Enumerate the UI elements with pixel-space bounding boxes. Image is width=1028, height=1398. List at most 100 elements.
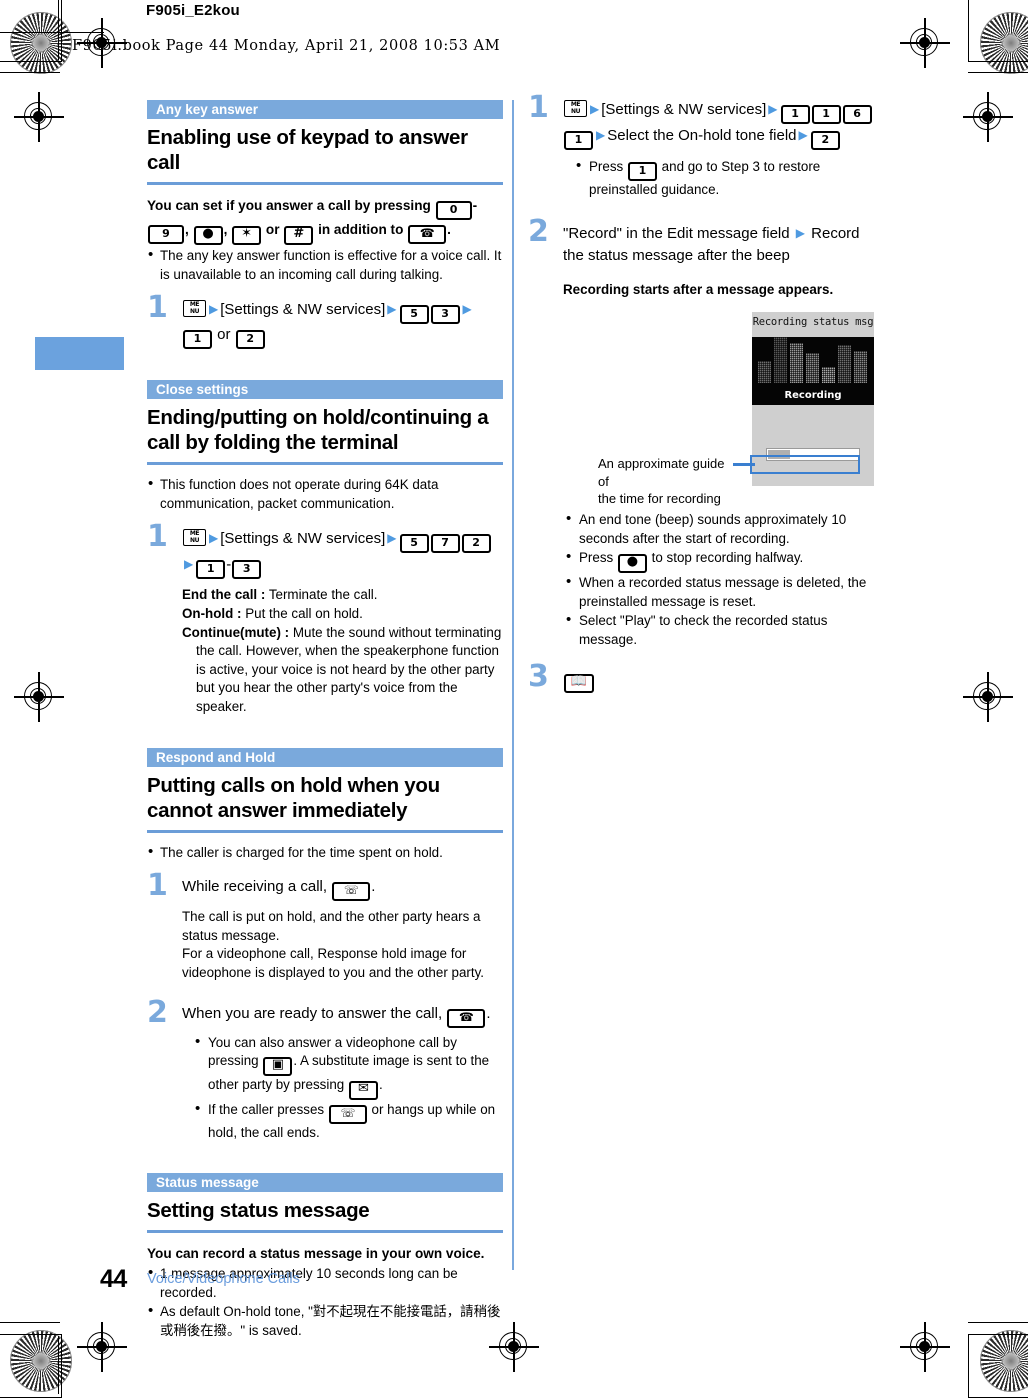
- step-mid-text: Select the On-hold tone field: [607, 127, 797, 144]
- bullet-item: As default On-hold tone, "對不起現在不能接電話，請稍後…: [147, 1302, 503, 1340]
- step-note: The call is put on hold, and the other p…: [182, 909, 481, 943]
- crop-line-bottom-right: [968, 1322, 1028, 1324]
- section-bullets: This function does not operate during 64…: [147, 475, 503, 513]
- key-2: 2: [461, 534, 491, 554]
- section-tag: Close settings: [147, 380, 503, 400]
- index-tab-marker: [35, 337, 124, 370]
- crop-box-topleft: [0, 0, 62, 62]
- key-book-icon: 📖: [564, 674, 594, 694]
- bullet-item: Press 1 and go to Step 3 to restore prei…: [575, 157, 884, 200]
- key-2: 2: [235, 330, 265, 350]
- key-9: 9: [148, 225, 184, 245]
- section-rule: [147, 1229, 503, 1233]
- step-body: While receiving a call, ☏.: [182, 876, 503, 902]
- equalizer-panel: Recording: [752, 337, 874, 405]
- step-number: 1: [528, 90, 549, 125]
- crop-line-top: [0, 72, 60, 74]
- key-videophone-icon: ▣: [263, 1057, 293, 1077]
- step-number: 1: [147, 868, 168, 904]
- registration-mark-bottom-left: [77, 1322, 127, 1372]
- definition-desc: Put the call on hold.: [245, 605, 363, 621]
- arrow-icon: [209, 298, 218, 320]
- step-note: Recording starts after a message appears…: [563, 281, 834, 297]
- section-title: Enabling use of keypad to answer call: [147, 126, 468, 174]
- after-screenshot-bullets: An end tone (beep) sounds approximately …: [565, 510, 884, 649]
- bullet-item: If the caller presses ☏ or hangs up whil…: [194, 1100, 503, 1143]
- arrow-icon: [184, 553, 193, 575]
- arrow-icon: [209, 527, 218, 549]
- step-number: 1: [147, 519, 168, 555]
- lead-text-after: in addition to: [318, 222, 404, 238]
- bullet-item: When a recorded status message is delete…: [565, 573, 884, 611]
- section-title: Putting calls on hold when you cannot an…: [147, 773, 440, 822]
- section-rule: [147, 462, 503, 466]
- lead-comma: ,: [185, 222, 189, 238]
- key-call-icon: ☎: [447, 1008, 486, 1028]
- key-7: 7: [430, 534, 460, 554]
- callout-line-2: the time for recording: [598, 491, 721, 506]
- bullet-item: This function does not operate during 64…: [147, 475, 503, 513]
- section-any-key-answer: Any key answer Enabling use of keypad to…: [147, 100, 503, 350]
- step-text-before: While receiving a call,: [182, 878, 328, 896]
- lead-text-before: You can set if you answer a call by pres…: [147, 198, 431, 214]
- document-id: F905i_E2kou: [146, 2, 240, 19]
- key-1: 1: [627, 162, 657, 181]
- registration-mark-left-mid: [14, 672, 64, 722]
- definition-term: End the call :: [182, 587, 266, 603]
- definition-row: On-hold : Put the call on hold.: [182, 605, 503, 624]
- step-1: 1 [Settings & NW services]1161Select the…: [528, 93, 884, 200]
- step-2: 2 "Record" in the Edit message field Rec…: [528, 216, 884, 300]
- left-column: Any key answer Enabling use of keypad to…: [147, 100, 503, 1341]
- callout-leader-line: [733, 463, 755, 466]
- equalizer-bar: [758, 361, 771, 383]
- key-call-icon: ☎: [408, 225, 447, 245]
- step-number: 1: [147, 290, 168, 326]
- equalizer-bar: [822, 367, 835, 383]
- definition-list: End the call : Terminate the call. On-ho…: [182, 586, 503, 716]
- callout-highlight-box: [750, 455, 860, 474]
- step-body: When you are ready to answer the call, ☎…: [182, 1003, 503, 1028]
- crop-box-bottomleft: [0, 1334, 62, 1398]
- step-body: [Settings & NW services]5721-3: [182, 527, 503, 580]
- section-tag: Respond and Hold: [147, 747, 503, 767]
- step-menu-label: [Settings & NW services]: [220, 301, 386, 319]
- step-bullets: You can also answer a videophone call by…: [194, 1033, 503, 1143]
- key-1: 1: [564, 131, 593, 150]
- equalizer-bar: [774, 337, 787, 383]
- equalizer-bar: [838, 345, 851, 383]
- step-text-after: .: [486, 1004, 491, 1022]
- step-text-before: When you are ready to answer the call,: [182, 1004, 443, 1022]
- callout-line-1: An approximate guide of: [598, 456, 725, 489]
- step-1: 1 While receiving a call, ☏. The call is…: [147, 871, 503, 982]
- step-1: 1 [Settings & NW services] 53 1 or 2: [147, 293, 503, 350]
- or-word: or: [217, 326, 231, 344]
- step-body: [Settings & NW services]1161Select the O…: [563, 98, 884, 150]
- registration-mark-top-right: [900, 18, 950, 68]
- key-1: 1: [811, 105, 841, 124]
- key-hash-icon: #: [284, 226, 314, 246]
- crop-box-bottomright: [968, 1334, 1028, 1398]
- chapter-name: Voice/Videophone Calls: [147, 1271, 300, 1287]
- bullet-item: Press ● to stop recording halfway.: [565, 548, 884, 574]
- step-notes: The call is put on hold, and the other p…: [182, 908, 503, 982]
- section-tag: Status message: [147, 1172, 503, 1192]
- section-lead-text: You can record a status message in your …: [147, 1245, 485, 1261]
- section-status-message: Status message Setting status message Yo…: [147, 1172, 503, 1341]
- menu-key-icon: [564, 100, 587, 117]
- equalizer-bar: [790, 343, 803, 383]
- crop-line-vertical-br: [968, 1336, 970, 1394]
- equalizer-bars: [758, 337, 868, 383]
- crop-box-topright: [968, 0, 1028, 62]
- bullet-item: The any key answer function is effective…: [147, 246, 503, 284]
- key-end-call-icon: ☏: [332, 882, 371, 902]
- arrow-icon: [590, 98, 599, 120]
- step-menu-label: [Settings & NW services]: [220, 530, 386, 548]
- key-3: 3: [232, 560, 262, 580]
- definition-row: End the call : Terminate the call.: [182, 586, 503, 605]
- step-body: 📖: [563, 667, 884, 694]
- key-3: 3: [430, 305, 460, 325]
- section-title: Setting status message: [147, 1198, 370, 1222]
- key-center-select-icon: ●: [617, 554, 647, 574]
- document-slug: F905i.book Page 44 Monday, April 21, 200…: [72, 38, 501, 54]
- crop-line-vertical-bl: [58, 1336, 60, 1394]
